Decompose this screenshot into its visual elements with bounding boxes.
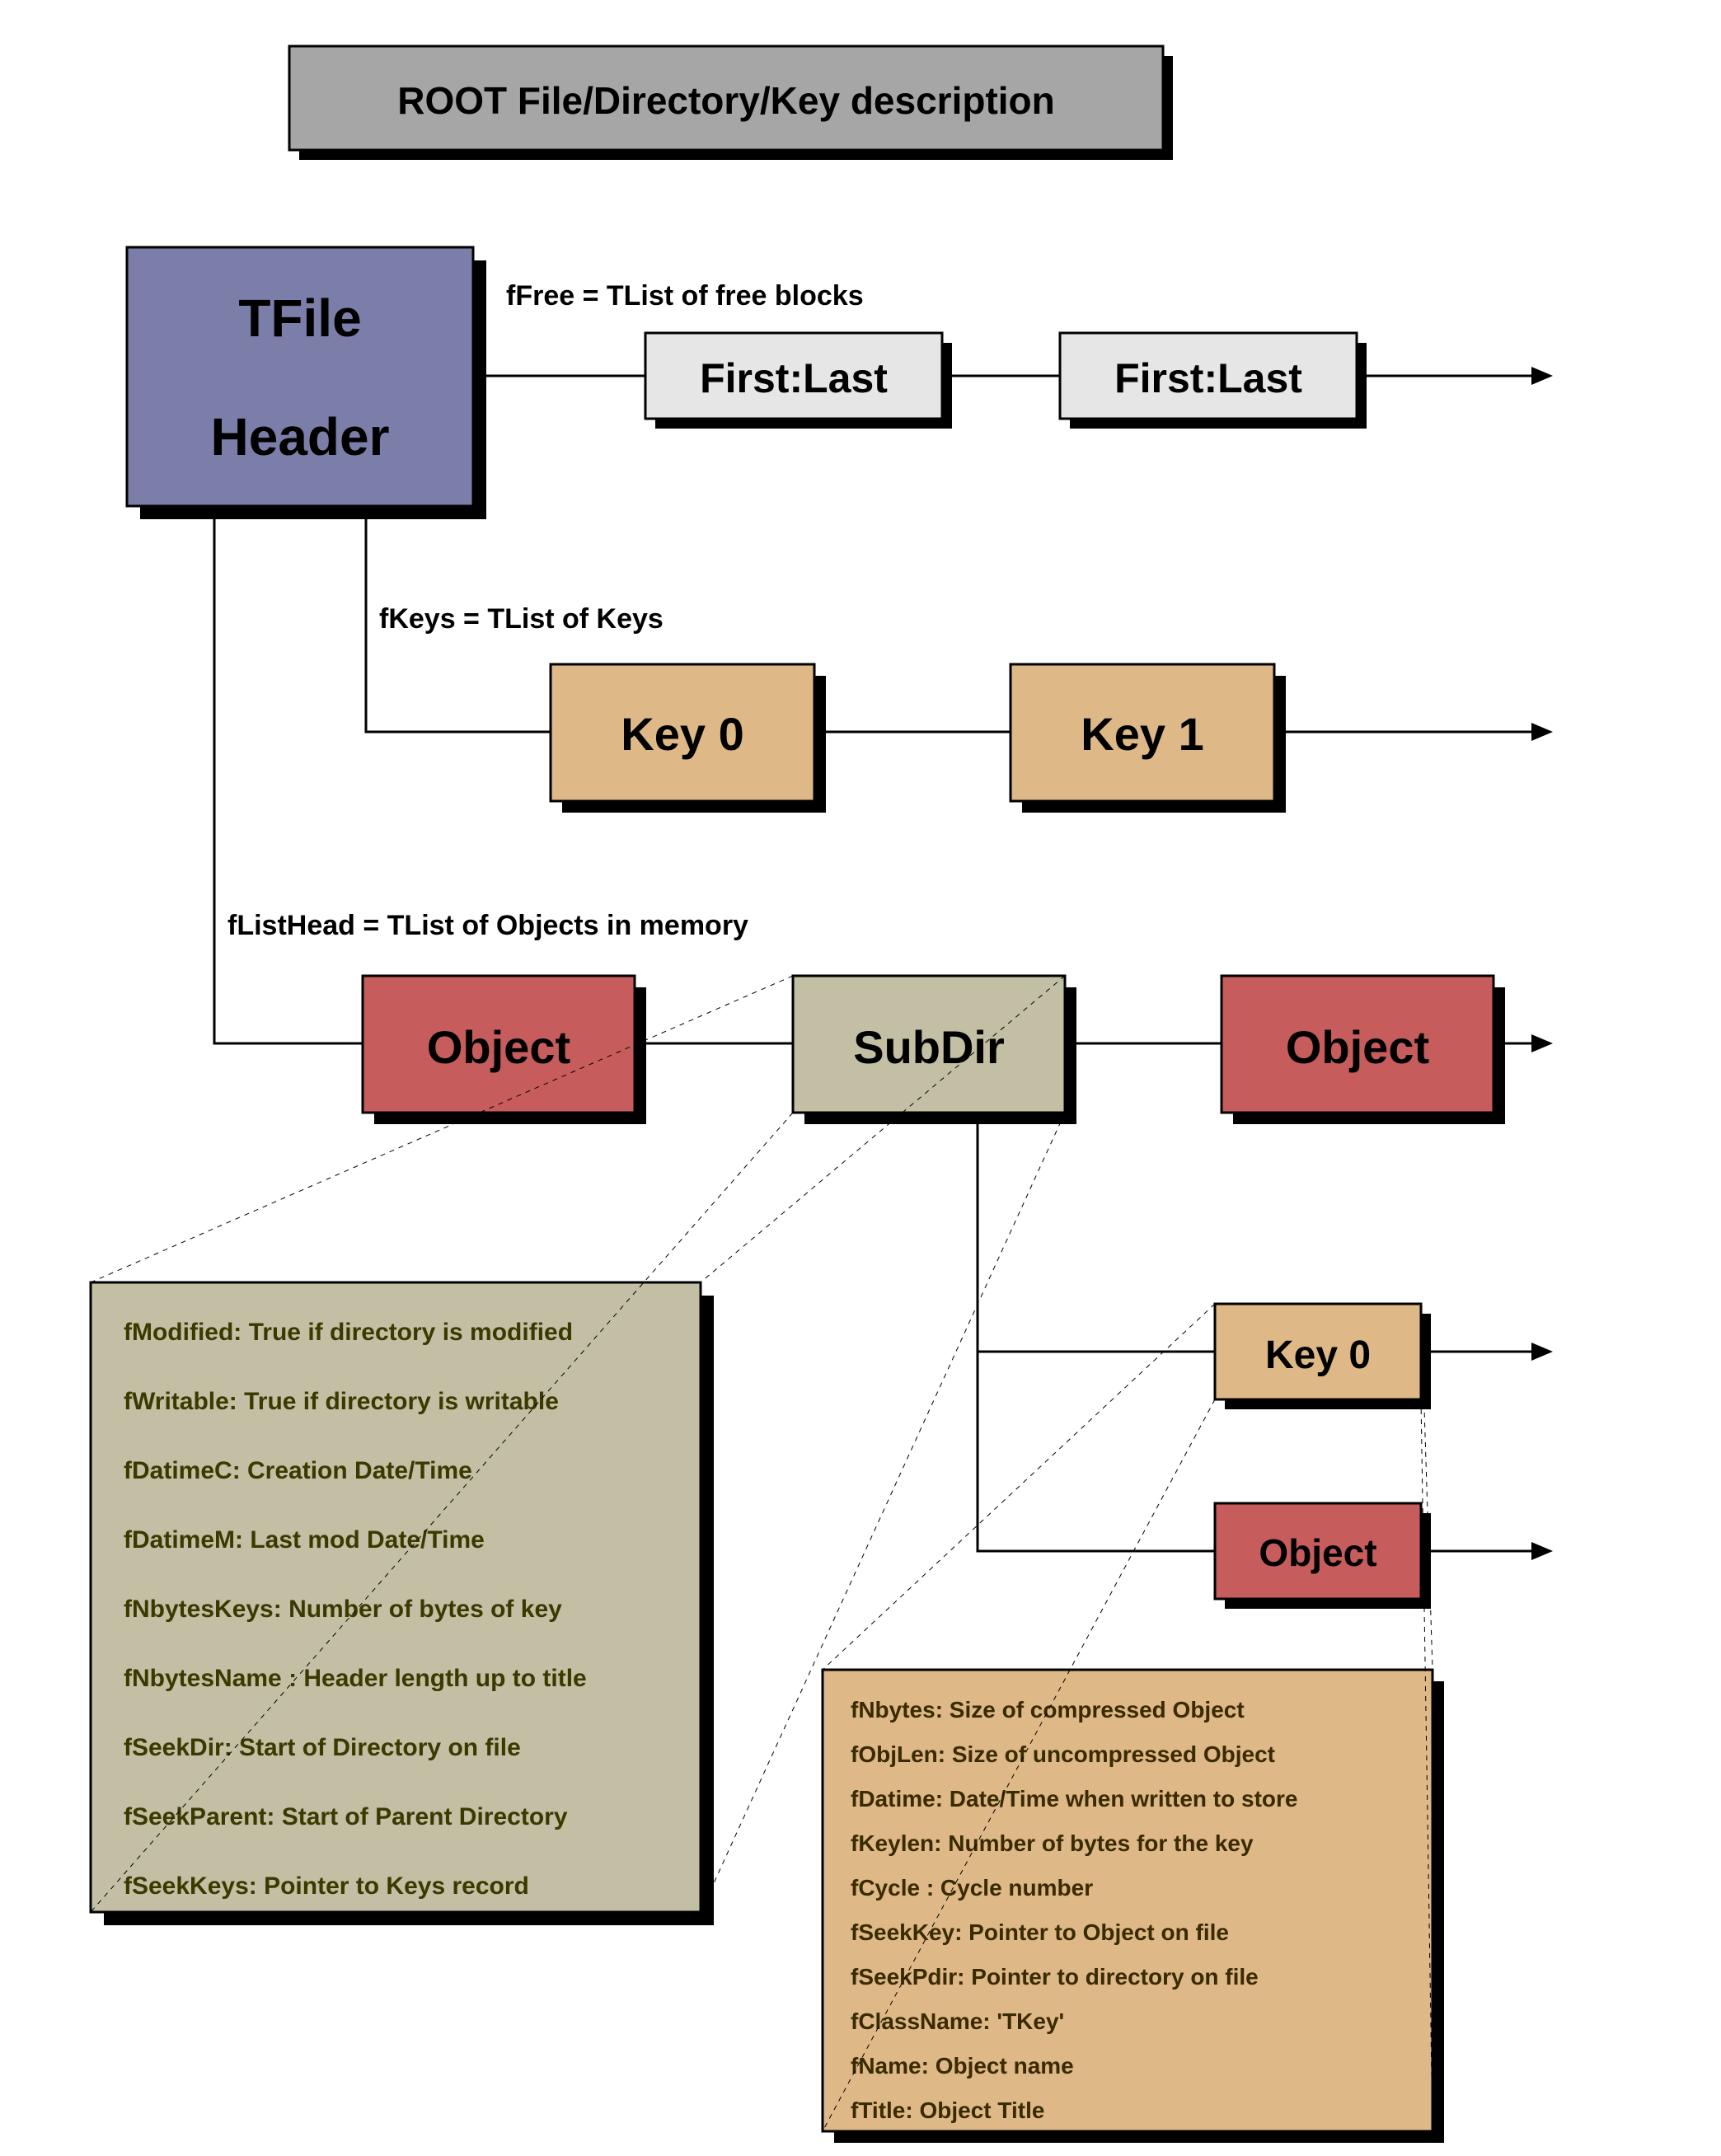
- dir-field-3: fDatimeM: Last mod Date/Time: [124, 1526, 485, 1554]
- tfile-header-box: [127, 247, 473, 506]
- dir-field-2: fDatimeC: Creation Date/Time: [124, 1457, 472, 1484]
- subdir-label: SubDir: [853, 1021, 1005, 1073]
- key-field-5: fSeekKey: Pointer to Object on file: [851, 1919, 1229, 1945]
- diagram-title: ROOT File/Directory/Key description: [397, 79, 1055, 122]
- key-1-label: Key 1: [1081, 708, 1203, 760]
- object-0-label: Object: [427, 1021, 570, 1073]
- key-field-8: fName: Object name: [851, 2053, 1074, 2079]
- key-field-2: fDatime: Date/Time when written to store: [851, 1786, 1297, 1812]
- tfile-line1: TFile: [238, 288, 361, 348]
- subdir-key-0-label: Key 0: [1265, 1333, 1371, 1377]
- dir-field-0: fModified: True if directory is modified: [124, 1319, 573, 1346]
- label-ffree: fFree = TList of free blocks: [506, 280, 864, 312]
- key-field-9: fTitle: Object Title: [851, 2097, 1044, 2123]
- label-flisthead: fListHead = TList of Objects in memory: [227, 910, 748, 941]
- dir-field-4: fNbytesKeys: Number of bytes of key: [124, 1596, 562, 1623]
- key-field-3: fKeylen: Number of bytes for the key: [851, 1830, 1254, 1856]
- key-field-7: fClassName: 'TKey': [851, 2008, 1064, 2034]
- free-block-0-label: First:Last: [700, 355, 888, 401]
- dir-field-8: fSeekKeys: Pointer to Keys record: [124, 1872, 529, 1900]
- key-field-0: fNbytes: Size of compressed Object: [851, 1697, 1245, 1722]
- key-field-1: fObjLen: Size of uncompressed Object: [851, 1741, 1275, 1767]
- tfile-line2: Header: [211, 407, 390, 466]
- object-1-label: Object: [1286, 1021, 1429, 1073]
- dir-field-1: fWritable: True if directory is writable: [124, 1388, 559, 1415]
- dir-field-6: fSeekDir: Start of Directory on file: [124, 1734, 521, 1761]
- key-field-6: fSeekPdir: Pointer to directory on file: [851, 1964, 1259, 1990]
- free-block-1-label: First:Last: [1114, 355, 1302, 401]
- dir-field-5: fNbytesName : Header length up to title: [124, 1665, 587, 1692]
- key-0-label: Key 0: [621, 708, 743, 760]
- subdir-object-label: Object: [1259, 1531, 1376, 1574]
- dir-field-7: fSeekParent: Start of Parent Directory: [124, 1803, 568, 1830]
- key-field-4: fCycle : Cycle number: [851, 1875, 1093, 1901]
- label-fkeys: fKeys = TList of Keys: [379, 603, 664, 635]
- dir-fields-list: fModified: True if directory is modified…: [124, 1319, 587, 1900]
